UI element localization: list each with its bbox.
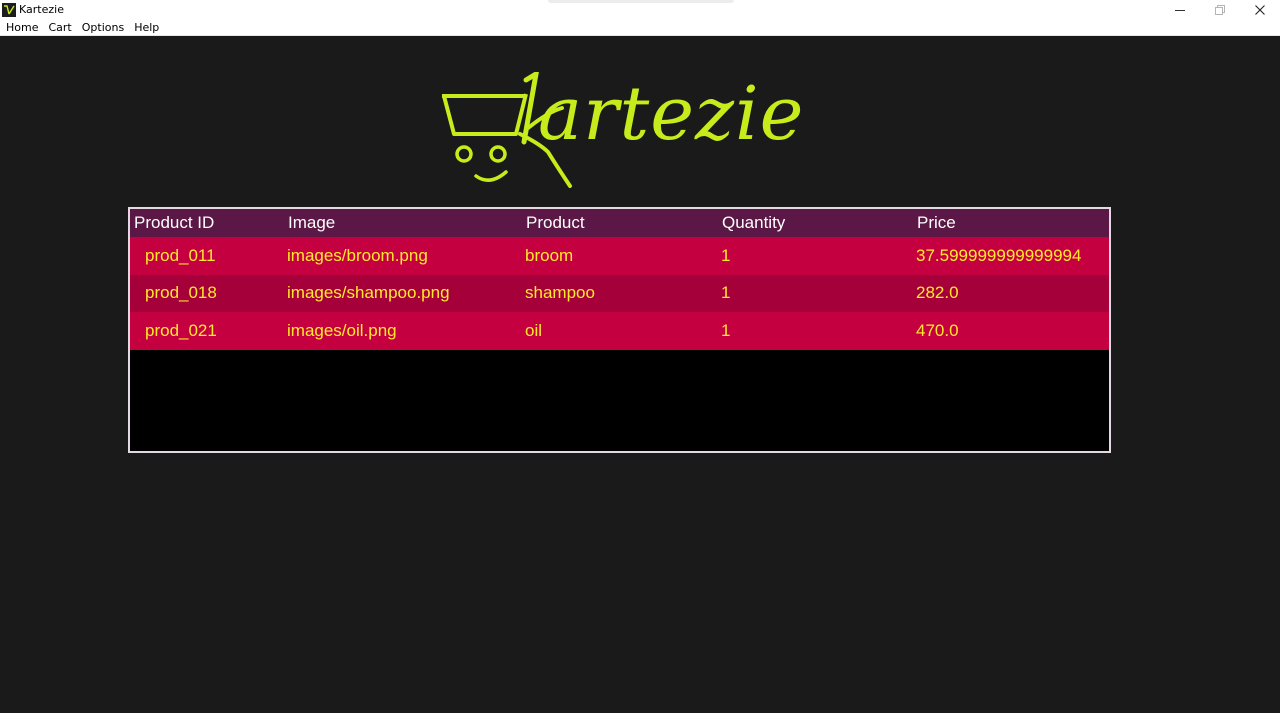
restore-icon [1215,4,1225,15]
column-header-quantity[interactable]: Quantity [722,209,917,237]
minimize-button[interactable] [1160,0,1200,19]
cell-product: oil [525,320,543,340]
cell-quantity: 1 [721,283,731,303]
cell-quantity: 1 [721,245,731,265]
cell-product: broom [525,245,574,265]
cell-product-id: prod_021 [145,320,217,340]
table-header: Product ID Image Product Quantity Price [130,209,1109,237]
table-row[interactable]: prod_018 images/shampoo.png shampoo 1 28… [130,274,1109,312]
cart-table: Product ID Image Product Quantity Price … [128,207,1111,453]
cell-quantity: 1 [721,320,731,340]
table-row[interactable]: prod_021 images/oil.png oil 1 470.0 [130,312,1109,350]
window-controls [1160,0,1280,19]
cell-price: 282.0 [916,283,959,303]
cell-image: images/oil.png [287,320,397,340]
logo-wordmark: artezie [538,71,805,157]
kartezie-app-icon [2,2,16,17]
restore-button[interactable] [1200,0,1240,19]
window-title: Kartezie [19,3,64,16]
menu-home[interactable]: Home [0,19,43,36]
menu-cart[interactable]: Cart [43,19,76,36]
cell-product-id: prod_018 [145,283,217,303]
kartezie-logo: artezie [440,72,810,190]
cell-price: 470.0 [916,320,959,340]
menu-bar: Home Cart Options Help [0,19,1280,36]
close-icon [1255,4,1265,15]
title-bar-handle [548,0,734,3]
cell-product-id: prod_011 [145,245,216,265]
menu-options[interactable]: Options [77,19,129,36]
minimize-icon [1175,9,1185,11]
column-header-product[interactable]: Product [526,209,722,237]
cell-product: shampoo [525,283,595,303]
cell-image: images/shampoo.png [287,283,450,303]
cell-price: 37.599999999999994 [916,245,1082,265]
column-header-image[interactable]: Image [288,209,526,237]
column-header-product-id[interactable]: Product ID [130,209,288,237]
column-header-price[interactable]: Price [917,209,1109,237]
table-row[interactable]: prod_011 images/broom.png broom 1 37.599… [130,237,1109,275]
window-title-bar[interactable]: Kartezie [0,0,1280,19]
cell-image: images/broom.png [287,245,428,265]
menu-help[interactable]: Help [129,19,164,36]
close-button[interactable] [1240,0,1280,19]
